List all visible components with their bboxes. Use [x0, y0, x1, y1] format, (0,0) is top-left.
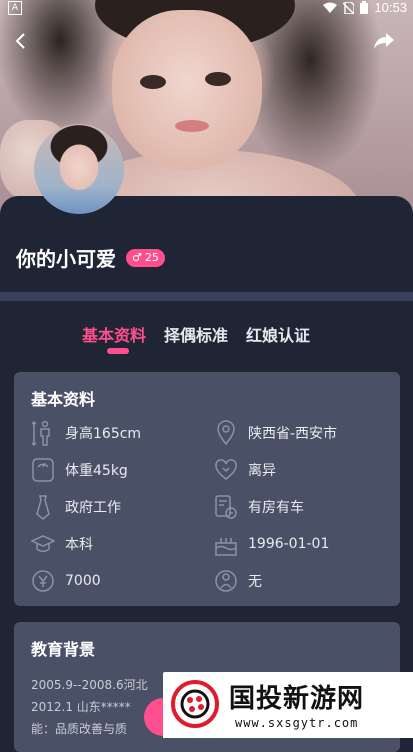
info-marital: 离异	[214, 457, 276, 483]
profile-tabs: 基本资料 择偶标准 红娘认证	[82, 322, 310, 346]
gender-age-badge: ♂ 25	[126, 248, 165, 267]
money-icon	[32, 570, 54, 592]
weight-icon	[32, 458, 54, 482]
male-icon: ♂	[132, 251, 142, 264]
status-bar: A 10:53	[0, 0, 413, 16]
education-line: 2012.1 山东*****	[31, 700, 131, 714]
avatar[interactable]	[34, 124, 124, 214]
tab-indicator	[107, 348, 129, 354]
info-income: 7000	[31, 568, 101, 594]
card-title: 基本资料	[31, 390, 96, 409]
info-property: 有房有车	[214, 494, 304, 520]
tab-partner-criteria[interactable]: 择偶标准	[164, 322, 228, 346]
cake-icon	[215, 538, 237, 556]
section-divider	[0, 292, 413, 301]
height-icon	[31, 420, 50, 446]
no-sim-icon	[343, 1, 355, 14]
graduation-cap-icon	[31, 535, 55, 552]
tab-matchmaker-verification[interactable]: 红娘认证	[246, 322, 310, 346]
info-job: 政府工作	[31, 494, 121, 520]
info-children: 无	[214, 568, 262, 594]
tie-icon	[36, 495, 50, 520]
info-education: 本科	[31, 531, 93, 557]
watermark-logo-icon	[171, 680, 219, 728]
info-location: 陕西省-西安市	[214, 420, 337, 446]
education-line: 2005.9--2008.6河北	[31, 678, 148, 692]
tab-basic-info[interactable]: 基本资料	[82, 322, 146, 346]
house-car-icon	[215, 495, 237, 519]
battery-icon	[360, 1, 369, 14]
heart-icon	[215, 459, 237, 480]
share-button[interactable]	[370, 27, 398, 55]
watermark-title: 国投新游网	[229, 684, 365, 714]
basic-info-card: 基本资料 身高165cm 陕西省-西安市 体重45kg 离异 政府工作 有房有车…	[14, 372, 400, 606]
info-birthday: 1996-01-01	[214, 531, 329, 557]
site-watermark: 国投新游网 www.sxsgytr.com	[163, 672, 413, 738]
child-icon	[215, 570, 237, 592]
education-line: 能：品质改善与质	[31, 722, 128, 736]
notification-icon: A	[8, 1, 22, 15]
clock: 10:53	[374, 0, 407, 15]
location-icon	[217, 420, 235, 446]
chevron-left-icon	[15, 33, 25, 49]
info-height: 身高165cm	[31, 420, 141, 446]
watermark-url: www.sxsgytr.com	[235, 716, 359, 730]
age-value: 25	[144, 251, 159, 264]
card-title: 教育背景	[31, 640, 96, 659]
back-button[interactable]	[6, 27, 34, 55]
profile-header: 你的小可爱 ♂ 25	[16, 243, 165, 272]
wifi-icon	[323, 2, 338, 13]
share-icon	[374, 33, 394, 49]
info-weight: 体重45kg	[31, 457, 128, 483]
profile-name: 你的小可爱	[16, 247, 116, 271]
